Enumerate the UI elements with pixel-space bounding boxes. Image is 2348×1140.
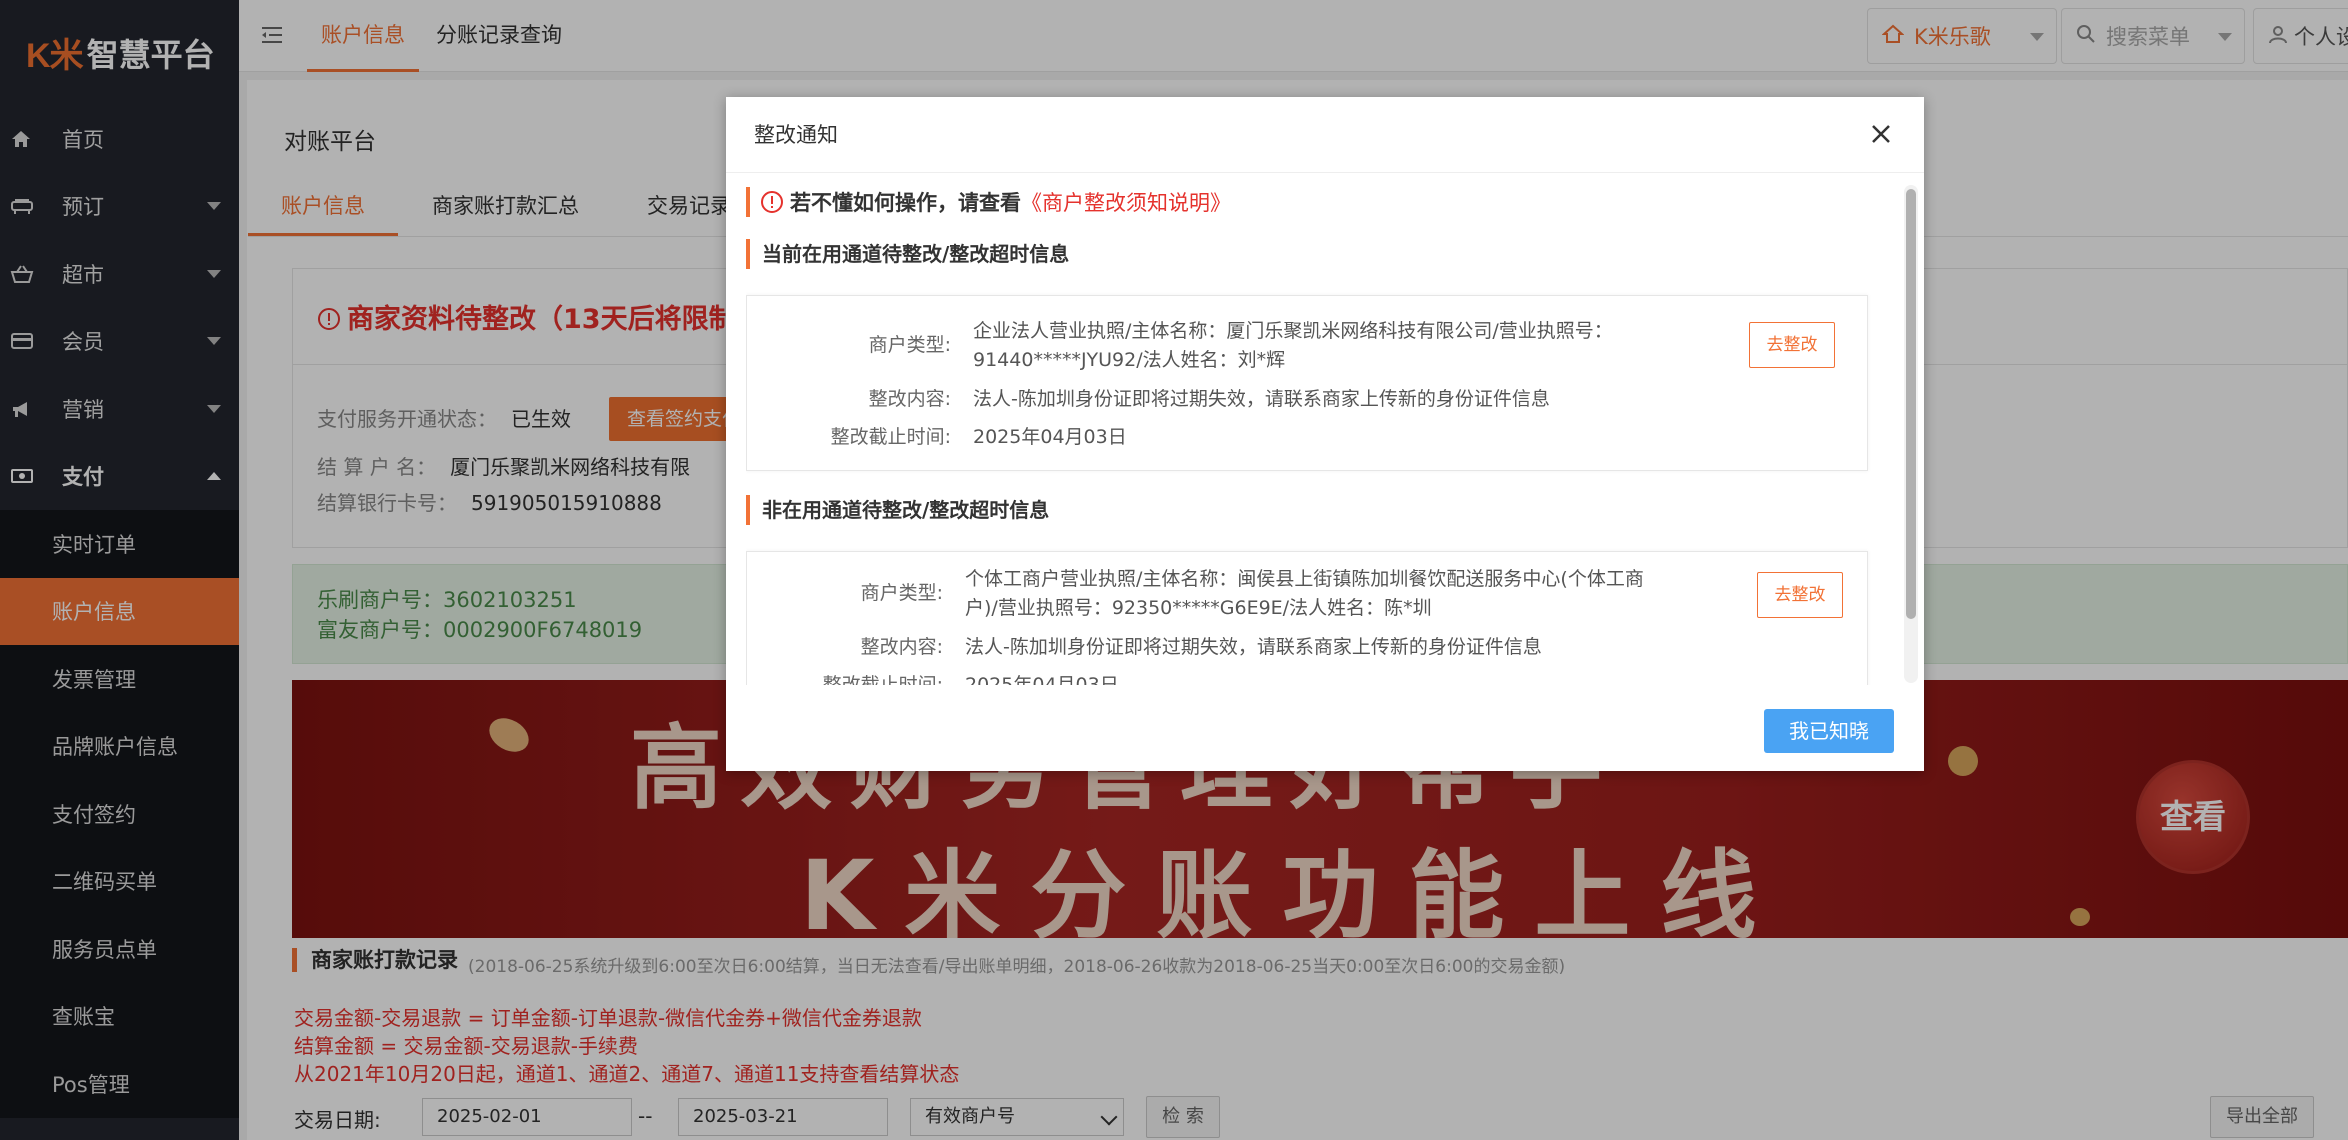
modal-header: 整改通知 <box>726 97 1924 173</box>
close-icon[interactable] <box>1866 119 1896 149</box>
rectify-card-current: 商户类型: 企业法人营业执照/主体名称：厦门乐聚凯米网络科技有限公司/营业执照号… <box>746 295 1868 471</box>
rectify-deadline-value: 2025年04月03日 <box>965 674 1119 685</box>
rectification-modal: 整改通知 若不懂如何操作，请查看 《商户整改须知说明》 当前在用通道待整改/整改超… <box>726 97 1924 771</box>
rectify-content-label: 整改内容: <box>868 388 951 410</box>
go-rectify-button[interactable]: 去整改 <box>1757 572 1843 618</box>
merchant-type-value-2: 户)/营业执照号：92350*****G6E9E/法人姓名：陈*圳 <box>965 597 1432 619</box>
merchant-type-value-1: 个体工商户营业执照/主体名称：闽侯县上街镇陈加圳餐饮配送服务中心(个体工商 <box>965 568 1644 590</box>
go-rectify-button[interactable]: 去整改 <box>1749 322 1835 368</box>
rectify-deadline-label: 整改截止时间: <box>830 426 951 448</box>
modal-scrollbar[interactable] <box>1904 185 1918 683</box>
warning-icon <box>760 190 790 214</box>
rectify-content-value: 法人-陈加圳身份证即将过期失效，请联系商家上传新的身份证件信息 <box>973 388 1550 410</box>
rectify-content-row: 整改内容: 法人-陈加圳身份证即将过期失效，请联系商家上传新的身份证件信息 <box>747 632 1869 662</box>
section-current-channel: 当前在用通道待整改/整改超时信息 <box>746 239 1069 269</box>
section-inactive-channel: 非在用通道待整改/整改超时信息 <box>746 495 1049 525</box>
rectify-deadline-value: 2025年04月03日 <box>973 426 1127 448</box>
help-tip-text: 若不懂如何操作，请查看 <box>790 191 1021 215</box>
merchant-type-label: 商户类型: <box>868 334 951 356</box>
merchant-type-value-1: 企业法人营业执照/主体名称：厦门乐聚凯米网络科技有限公司/营业执照号： <box>973 320 1613 342</box>
guide-link[interactable]: 《商户整改须知说明》 <box>1021 187 1231 217</box>
app-root: K米 智慧平台 首页 预订 超市 会员 营销 支付 实时订单 账户信息 发票管理… <box>0 0 2348 1140</box>
scrollbar-thumb[interactable] <box>1906 189 1916 619</box>
rectify-deadline-row: 整改截止时间: 2025年04月03日 <box>747 422 1869 452</box>
merchant-type-value-2: 91440*****JYU92/法人姓名：刘*辉 <box>973 349 1286 371</box>
merchant-type-row: 商户类型: 个体工商户营业执照/主体名称：闽侯县上街镇陈加圳餐饮配送服务中心(个… <box>747 564 1869 624</box>
rectify-content-label: 整改内容: <box>860 636 943 658</box>
merchant-type-row: 商户类型: 企业法人营业执照/主体名称：厦门乐聚凯米网络科技有限公司/营业执照号… <box>747 316 1869 376</box>
acknowledge-button[interactable]: 我已知晓 <box>1764 709 1894 753</box>
modal-title: 整改通知 <box>754 123 838 147</box>
rectify-card-inactive: 商户类型: 个体工商户营业执照/主体名称：闽侯县上街镇陈加圳餐饮配送服务中心(个… <box>746 551 1868 685</box>
rectify-content-row: 整改内容: 法人-陈加圳身份证即将过期失效，请联系商家上传新的身份证件信息 <box>747 384 1869 414</box>
rectify-content-value: 法人-陈加圳身份证即将过期失效，请联系商家上传新的身份证件信息 <box>965 636 1542 658</box>
help-tip: 若不懂如何操作，请查看 《商户整改须知说明》 <box>746 187 1231 217</box>
modal-body: 若不懂如何操作，请查看 《商户整改须知说明》 当前在用通道待整改/整改超时信息 商… <box>746 185 1890 685</box>
merchant-type-label: 商户类型: <box>860 582 943 604</box>
rectify-deadline-label: 整改截止时间: <box>822 674 943 685</box>
rectify-deadline-row: 整改截止时间: 2025年04月03日 <box>747 670 1869 685</box>
